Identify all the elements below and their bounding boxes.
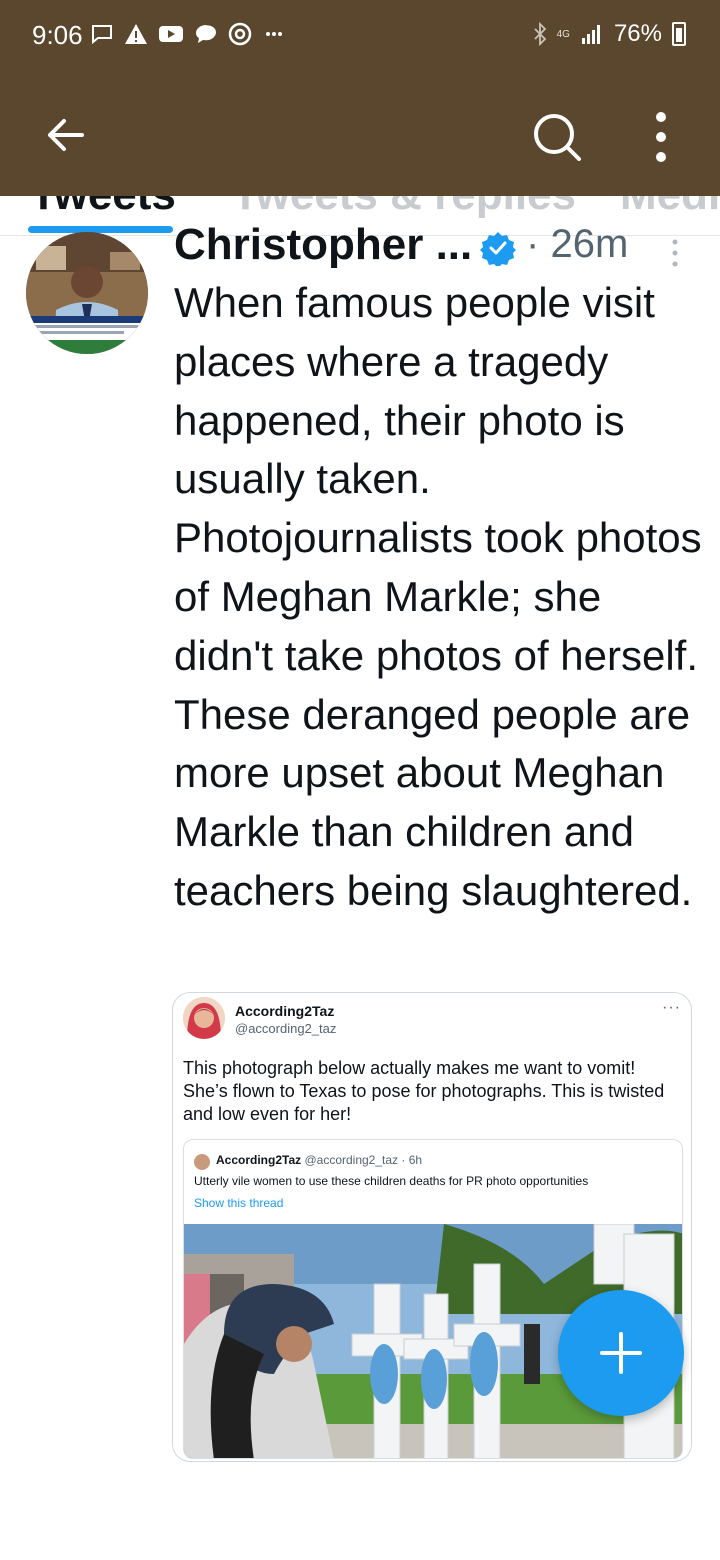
- plus-icon: [600, 1332, 642, 1374]
- quote-author-handle: @according2_taz: [235, 1021, 337, 1036]
- tab-indicator: [28, 226, 173, 233]
- quote-text: This photograph below actually makes me …: [183, 1058, 665, 1124]
- quote-more-icon: ···: [662, 999, 681, 1016]
- tweet-header: Christopher ... · 26m: [174, 222, 694, 270]
- warning-icon: [125, 24, 147, 44]
- inner-text: Utterly vile women to use these children…: [194, 1174, 589, 1188]
- quote-avatar: [183, 997, 225, 1039]
- notification-icons: [90, 22, 286, 46]
- network-type: 4G: [556, 28, 570, 40]
- tab-tweets[interactable]: Tweets: [30, 196, 176, 220]
- avatar[interactable]: [26, 232, 148, 354]
- chrome-icon: [228, 22, 252, 46]
- tweet-time: · 26m: [526, 222, 629, 266]
- app-bar: [0, 70, 720, 196]
- compose-tweet-button[interactable]: [558, 1290, 684, 1416]
- battery-icon: [672, 22, 686, 46]
- search-icon[interactable]: [530, 110, 584, 164]
- quote-author-name: According2Taz: [235, 1003, 335, 1019]
- battery-percent: 76%: [613, 20, 662, 47]
- status-right: 4G 76%: [533, 20, 686, 48]
- tweet-author[interactable]: Christopher ...: [174, 222, 472, 270]
- more-vertical-icon[interactable]: [646, 110, 676, 164]
- inner-header: According2Taz @according2_taz · 6h: [216, 1153, 423, 1167]
- status-time: 9:06: [32, 20, 83, 50]
- inner-avatar: [194, 1154, 210, 1170]
- chat-icon: [196, 25, 216, 43]
- signal-icon: [581, 25, 600, 44]
- message-icon: [92, 25, 112, 45]
- tweet-text: When famous people visit places where a …: [174, 279, 702, 914]
- tab-tweets-replies[interactable]: Tweets & replies: [232, 196, 576, 220]
- verified-badge-icon: [480, 232, 516, 266]
- tweet-more-icon[interactable]: [670, 238, 680, 268]
- youtube-icon: [159, 26, 183, 42]
- bluetooth-icon: [533, 22, 546, 46]
- status-bar: 9:06 4G 76%: [0, 0, 720, 70]
- arrow-left-icon[interactable]: [40, 110, 90, 160]
- more-dots-icon: [266, 32, 282, 36]
- show-thread-link: Show this thread: [194, 1196, 284, 1210]
- tab-media[interactable]: Media: [620, 196, 720, 220]
